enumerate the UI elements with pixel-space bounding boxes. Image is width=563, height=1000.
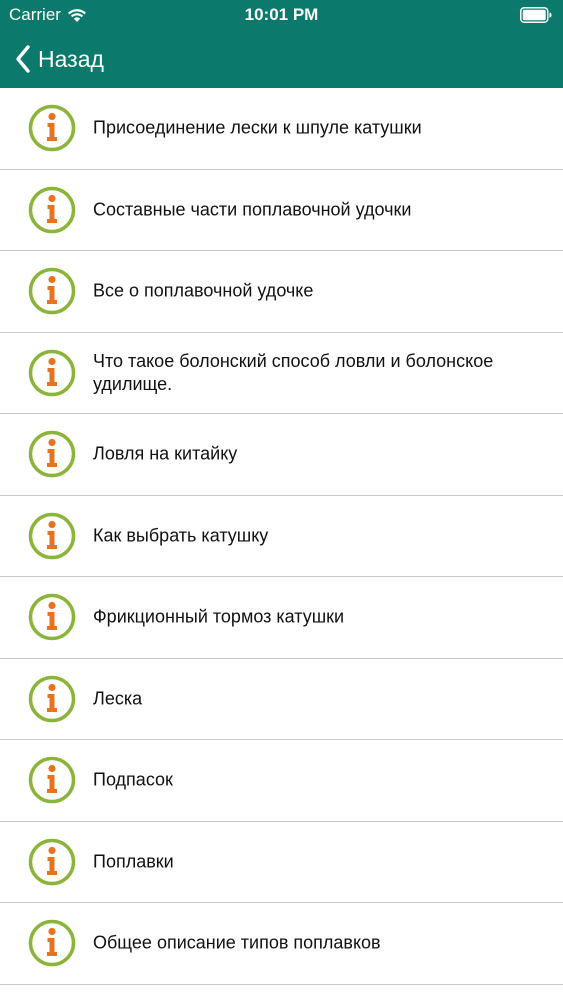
list-item-label: Присоединение лески к шпуле катушки xyxy=(93,117,422,138)
info-icon xyxy=(28,757,76,804)
info-icon xyxy=(28,594,76,641)
chevron-left-icon xyxy=(16,45,30,73)
battery-icon xyxy=(520,7,552,23)
list-item-label: Поплавки xyxy=(93,851,174,872)
info-icon xyxy=(28,431,76,478)
list-item-label: Как выбрать катушку xyxy=(93,525,269,546)
list-item-label: Что такое болонский способ ловли и болон… xyxy=(93,350,494,394)
list-item[interactable]: Все о поплавочной удочке xyxy=(0,251,563,333)
info-icon xyxy=(28,838,76,885)
list-item-label: Подпасок xyxy=(93,769,173,790)
list-item[interactable]: Составные части поплавочной удочки xyxy=(0,170,563,251)
article-list: Присоединение лески к шпуле катушки Соста… xyxy=(0,88,563,985)
list-item[interactable]: Что такое болонский способ ловли и болон… xyxy=(0,333,563,414)
list-item-label: Леска xyxy=(93,688,143,709)
list-item-label: Все о поплавочной удочке xyxy=(93,280,314,301)
list-item-label: Фрикционный тормоз катушки xyxy=(93,606,345,627)
list-item-label: Общее описание типов поплавков xyxy=(93,932,381,953)
back-button[interactable]: Назад xyxy=(14,41,104,77)
list-item[interactable]: Фрикционный тормоз катушки xyxy=(0,577,563,659)
info-icon xyxy=(28,349,76,396)
navigation-bar: Назад xyxy=(0,30,563,88)
list-item[interactable]: Присоединение лески к шпуле катушки xyxy=(0,88,563,170)
list-item[interactable]: Подпасок xyxy=(0,740,563,822)
info-icon xyxy=(28,186,76,233)
info-icon xyxy=(28,920,76,967)
status-bar: Carrier 10:01 PM xyxy=(0,0,563,30)
list-item[interactable]: Общее описание типов поплавков xyxy=(0,903,563,985)
info-icon xyxy=(28,105,76,152)
list-item[interactable]: Леска xyxy=(0,659,563,740)
back-label: Назад xyxy=(38,45,104,72)
status-time: 10:01 PM xyxy=(244,5,319,24)
info-icon xyxy=(28,512,76,559)
list-item[interactable]: Ловля на китайку xyxy=(0,414,563,496)
list-item-label: Составные части поплавочной удочки xyxy=(93,199,412,220)
list-item-label: Ловля на китайку xyxy=(93,443,238,464)
info-icon xyxy=(28,675,76,722)
list-item[interactable]: Поплавки xyxy=(0,822,563,903)
list-item[interactable]: Как выбрать катушку xyxy=(0,496,563,577)
info-icon xyxy=(28,268,76,315)
